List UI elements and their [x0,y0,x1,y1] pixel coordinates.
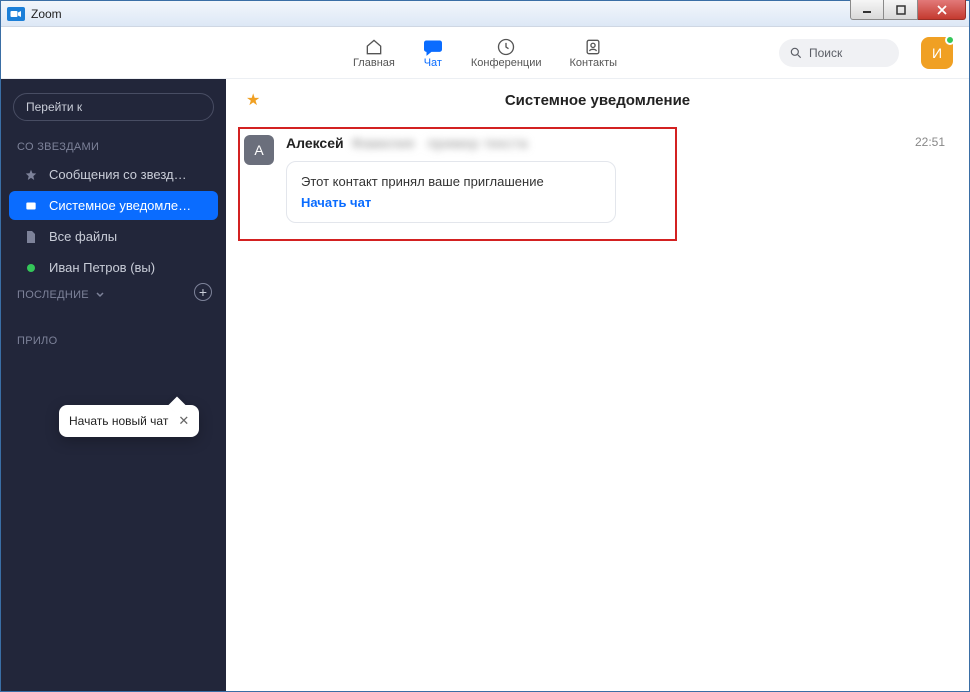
window-minimize-button[interactable] [850,0,884,20]
redacted-text: Фамилия пример текста [352,135,528,151]
sidebar-item-starred-messages[interactable]: Сообщения со звезд… [9,160,218,189]
message-row: 22:51 А Алексей Фамилия пример текста Эт… [236,125,959,241]
search-input[interactable]: Поиск [779,39,899,67]
chat-panel: ★ Системное уведомление 22:51 А Алексей … [226,79,969,691]
invite-text: Этот контакт принял ваше приглашение [301,174,601,189]
nav-label: Конференции [471,57,542,69]
sidebar-item-system-notification[interactable]: Системное уведомле… [9,191,218,220]
message-timestamp: 22:51 [915,135,945,149]
presence-indicator [945,35,955,45]
chat-header: ★ Системное уведомление [226,79,969,121]
clock-icon [496,37,516,57]
search-icon [789,46,803,60]
sidebar: Перейти к СО ЗВЕЗДАМИ Сообщения со звезд… [1,79,226,691]
sidebar-item-label: Все файлы [49,229,117,244]
window-maximize-button[interactable] [884,0,918,20]
section-apps-label: ПРИЛО [1,329,226,353]
tooltip-close-button[interactable]: ✕ [178,413,189,429]
user-avatar[interactable]: И [921,37,953,69]
presence-dot-icon [23,264,39,272]
chevron-down-icon [95,290,105,300]
avatar-initial: А [254,142,263,158]
star-icon [23,168,39,182]
contact-card-icon [23,199,39,213]
sidebar-item-all-files[interactable]: Все файлы [9,222,218,251]
window-titlebar: Zoom [1,1,969,27]
contacts-icon [583,37,603,57]
sender-avatar[interactable]: А [244,135,274,165]
nav-tab-home[interactable]: Главная [353,37,395,69]
file-icon [23,230,39,244]
jump-to-placeholder: Перейти к [26,100,82,114]
chat-icon [423,37,443,57]
chat-title: Системное уведомление [505,92,690,109]
window-close-button[interactable] [918,0,966,20]
zoom-app-icon [7,7,25,21]
start-chat-link[interactable]: Начать чат [301,195,371,210]
add-chat-button[interactable]: + [194,283,212,301]
invite-card: Этот контакт принял ваше приглашение Нач… [286,161,616,223]
top-nav: Главная Чат Конференции Контакты Поиск И [1,27,969,79]
section-starred-label: СО ЗВЕЗДАМИ [1,135,226,159]
nav-tab-contacts[interactable]: Контакты [570,37,618,69]
sidebar-item-self[interactable]: Иван Петров (вы) [9,253,218,282]
search-placeholder: Поиск [809,46,842,60]
sender-name: Алексей [286,135,344,151]
home-icon [364,37,384,57]
new-chat-tooltip: Начать новый чат ✕ [59,405,199,437]
avatar-initial: И [932,45,942,61]
nav-label: Чат [424,57,442,69]
nav-label: Контакты [570,57,618,69]
sidebar-item-label: Сообщения со звезд… [49,167,187,182]
window-title: Zoom [31,7,62,21]
star-filled-icon[interactable]: ★ [246,90,260,110]
sidebar-item-label: Иван Петров (вы) [49,260,155,275]
tooltip-text: Начать новый чат [69,414,168,428]
jump-to-input[interactable]: Перейти к [13,93,214,121]
nav-label: Главная [353,57,395,69]
nav-tab-chat[interactable]: Чат [423,37,443,69]
sidebar-item-label: Системное уведомле… [49,198,191,213]
section-recent-label[interactable]: ПОСЛЕДНИЕ [1,283,226,307]
nav-tab-meetings[interactable]: Конференции [471,37,542,69]
